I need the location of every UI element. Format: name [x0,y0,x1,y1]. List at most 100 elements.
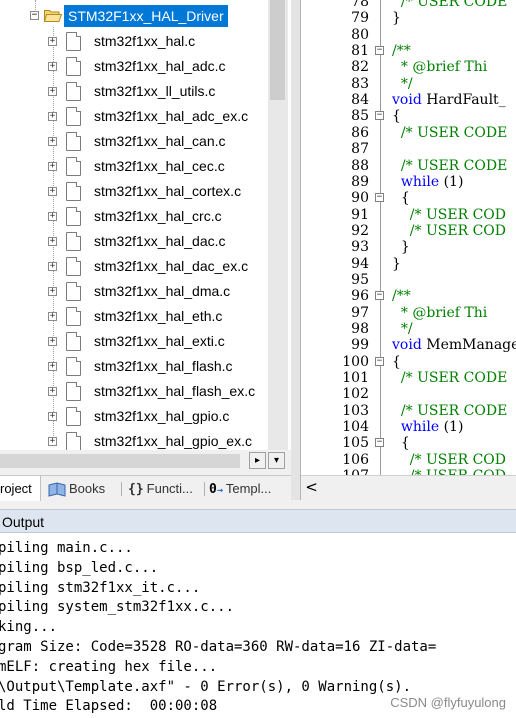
line-number: 87 [351,141,369,158]
scroll-right-button[interactable]: ▸ [249,452,266,469]
tree-file-label[interactable]: stm32f1xx_hal_adc.c [94,58,226,74]
scroll-down-button[interactable]: ▾ [268,452,285,469]
code-text: void MemManage_ [392,337,516,353]
build-output-panel[interactable]: piling main.c... piling bsp_led.c... pilin… [0,533,516,718]
code-token: MemManage_ [421,337,516,354]
fold-toggle-icon[interactable]: − [375,111,384,121]
scroll-left-button[interactable]: < [303,480,320,497]
tab-books[interactable]: Books [48,476,116,501]
tree-file-label[interactable]: stm32f1xx_hal_adc_ex.c [94,108,248,124]
line-number: 78 [351,0,369,10]
c-file-icon [66,82,81,101]
tree-file-label[interactable]: stm32f1xx_hal_flash_ex.c [94,383,255,399]
fold-toggle-icon[interactable]: − [375,356,384,366]
tab-project[interactable]: roject [0,476,41,501]
code-comment: /* USER COD [392,468,506,475]
expand-icon[interactable]: + [48,387,57,396]
tree-file-label[interactable]: stm32f1xx_hal_flash.c [94,358,233,374]
expand-icon[interactable]: + [48,362,57,371]
tree-file-item[interactable]: + stm32f1xx_hal_flash_ex.c [0,380,291,405]
expand-icon[interactable]: + [48,262,57,271]
tree-file-label[interactable]: stm32f1xx_hal_dma.c [94,283,230,299]
tree-file-label[interactable]: stm32f1xx_hal_gpio.c [94,408,229,424]
tree-folder-label[interactable]: STM32F1xx_HAL_Driver [64,5,228,27]
fold-toggle-icon[interactable]: − [375,193,384,203]
tree-file-item[interactable]: + stm32f1xx_hal_gpio.c [0,405,291,430]
tab-templates[interactable]: 0→ Templ... [209,476,287,501]
fold-toggle-icon[interactable]: − [375,46,384,56]
expand-icon[interactable]: + [48,312,57,321]
c-file-icon [66,282,81,301]
tree-file-item[interactable]: + stm32f1xx_hal_crc.c [0,205,291,230]
tab-books-label: Books [69,481,106,496]
tree-vertical-scrollbar[interactable] [268,0,288,450]
expand-icon[interactable]: + [48,212,57,221]
tree-file-label[interactable]: stm32f1xx_hal_cortex.c [94,183,241,199]
scrollbar-thumb[interactable] [0,454,240,468]
tree-file-label[interactable]: stm32f1xx_hal_crc.c [94,208,222,224]
expand-icon[interactable]: + [48,62,57,71]
code-editor[interactable]: 78 /* USER CODE 79} 80 81−/** 82 * @brief Th… [301,0,516,475]
tree-file-item[interactable]: + stm32f1xx_hal_adc_ex.c [0,105,291,130]
tree-file-label[interactable]: stm32f1xx_hal_exti.c [94,333,225,349]
expand-icon[interactable]: + [48,162,57,171]
tree-horizontal-scrollbar[interactable]: ▸ ▾ [0,450,291,472]
tree-file-item[interactable]: + stm32f1xx_hal.c [0,30,291,55]
code-line: 101 /* USER CODE [301,370,516,386]
tree-file-label[interactable]: stm32f1xx_hal_cec.c [94,158,225,174]
expand-icon[interactable]: + [48,87,57,96]
code-text: { [392,190,410,206]
scrollbar-thumb[interactable] [270,0,285,100]
expand-icon[interactable]: + [48,412,57,421]
tree-file-item[interactable]: + stm32f1xx_hal_dac.c [0,230,291,255]
output-line: gram Size: Code=3528 RO-data=360 RW-data… [0,639,437,655]
expand-icon[interactable]: + [48,287,57,296]
tree-file-label[interactable]: stm32f1xx_hal_dac.c [94,233,226,249]
code-text: } [392,239,410,255]
tree-file-item[interactable]: + stm32f1xx_hal_gpio_ex.c [0,430,291,450]
tree-file-label[interactable]: stm32f1xx_hal_eth.c [94,308,222,324]
c-file-icon [66,207,81,226]
expand-icon[interactable]: + [48,37,57,46]
expand-icon[interactable]: + [48,137,57,146]
editor-horizontal-scrollbar[interactable]: < [301,475,516,501]
expand-icon[interactable]: + [48,337,57,346]
tree-file-label[interactable]: stm32f1xx_hal_can.c [94,133,226,149]
tree-file-item[interactable]: + stm32f1xx_hal_adc.c [0,55,291,80]
tab-project-label: roject [0,481,32,496]
code-comment: /* USER COD [392,451,506,468]
tree-file-item[interactable]: + stm32f1xx_hal_eth.c [0,305,291,330]
line-number: 107 [301,468,369,475]
tab-functions[interactable]: {} Functi... [128,476,202,501]
collapse-icon[interactable]: − [30,11,39,20]
expand-icon[interactable]: + [48,187,57,196]
code-token: { [392,435,410,452]
tree-file-item[interactable]: + stm32f1xx_hal_cortex.c [0,180,291,205]
fold-toggle-icon[interactable]: − [375,291,384,301]
expand-icon[interactable]: + [48,112,57,121]
tree-file-label[interactable]: stm32f1xx_hal.c [94,33,195,49]
tree-file-item[interactable]: + stm32f1xx_hal_dac_ex.c [0,255,291,280]
tree-file-item[interactable]: + stm32f1xx_hal_flash.c [0,355,291,380]
panel-splitter[interactable] [291,0,301,500]
code-keyword: void [392,337,422,354]
tree-file-item[interactable]: + stm32f1xx_ll_utils.c [0,80,291,105]
line-number: 104 [342,419,369,436]
c-file-icon [66,432,81,450]
tree-file-item[interactable]: + stm32f1xx_hal_can.c [0,130,291,155]
books-icon [48,482,66,497]
tree-file-item[interactable]: + stm32f1xx_hal_exti.c [0,330,291,355]
tree-file-item[interactable]: + stm32f1xx_hal_dma.c [0,280,291,305]
tree-file-label[interactable]: stm32f1xx_hal_dac_ex.c [94,258,248,274]
tree-file-label[interactable]: stm32f1xx_ll_utils.c [94,83,215,99]
fold-toggle-icon[interactable]: − [375,438,384,448]
expand-icon[interactable]: + [48,437,57,446]
tree-file-item[interactable]: + stm32f1xx_hal_cec.c [0,155,291,180]
expand-icon[interactable]: + [48,237,57,246]
tree-file-label[interactable]: stm32f1xx_hal_gpio_ex.c [94,433,252,449]
line-number: 81 [351,43,369,60]
code-token: } [392,255,401,272]
code-text: } [392,10,401,26]
tree-folder-row[interactable]: − STM32F1xx_HAL_Driver [0,5,291,27]
code-text: while (1) [392,174,464,190]
